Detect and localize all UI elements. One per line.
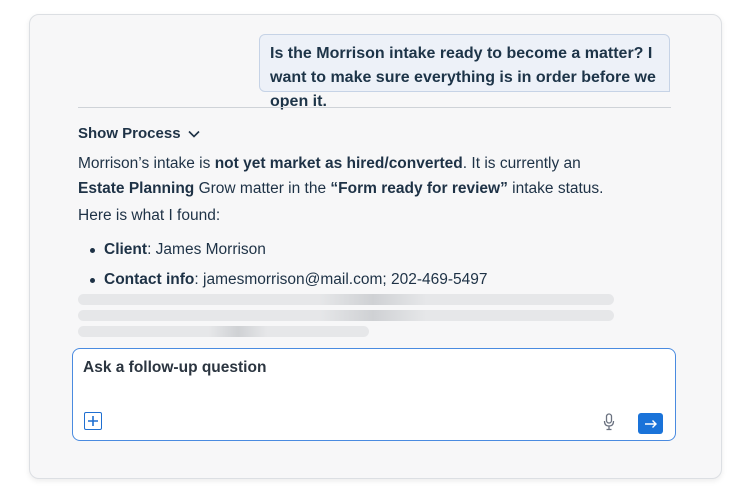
answer-text: . It is currently an <box>462 155 581 172</box>
bullet-dot <box>90 277 95 283</box>
answer-emphasis: not yet market as hired/converted <box>214 155 463 172</box>
answer-line-1: Morrison’s intake is not yet market as h… <box>78 151 638 176</box>
divider <box>78 107 671 108</box>
user-message-text: Is the Morrison intake ready to become a… <box>270 45 656 110</box>
show-process-label: Show Process <box>78 125 181 142</box>
answer-text: intake status. <box>507 180 604 197</box>
list-item-label: Client <box>104 241 148 258</box>
answer-text: Morrison’s intake is <box>78 155 215 172</box>
list-item: Client: James Morrison <box>90 235 488 265</box>
chat-panel: Is the Morrison intake ready to become a… <box>29 14 722 479</box>
answer-emphasis: Estate Planning <box>78 180 195 197</box>
follow-up-input[interactable] <box>83 359 643 377</box>
answer-line-2: Estate Planning Grow matter in the “Form… <box>78 176 638 201</box>
assistant-answer: Morrison’s intake is not yet market as h… <box>78 151 638 201</box>
show-process-toggle[interactable]: Show Process <box>78 125 200 142</box>
found-list: Client: James Morrison Contact info: jam… <box>90 235 488 295</box>
list-item: Contact info: jamesmorrison@mail.com; 20… <box>90 265 488 295</box>
loading-skeleton-line <box>78 310 614 321</box>
list-item-value: : James Morrison <box>147 241 266 258</box>
follow-up-composer <box>72 348 676 441</box>
list-item-value: : jamesmorrison@mail.com; 202-469-5497 <box>194 271 488 288</box>
user-message-bubble: Is the Morrison intake ready to become a… <box>259 34 670 110</box>
loading-skeleton-line <box>78 326 369 337</box>
attach-button[interactable] <box>84 412 102 430</box>
answer-text: Grow matter in the <box>194 180 331 197</box>
send-button[interactable] <box>638 413 663 434</box>
list-item-label: Contact info <box>104 271 195 288</box>
bullet-dot <box>90 247 95 253</box>
loading-skeleton-line <box>78 294 614 305</box>
answer-emphasis: “Form ready for review” <box>330 180 508 197</box>
found-label: Here is what I found: <box>78 207 221 224</box>
chevron-down-icon <box>187 130 200 138</box>
microphone-icon[interactable] <box>603 413 615 431</box>
arrow-right-icon <box>644 419 657 428</box>
plus-icon <box>88 416 98 426</box>
